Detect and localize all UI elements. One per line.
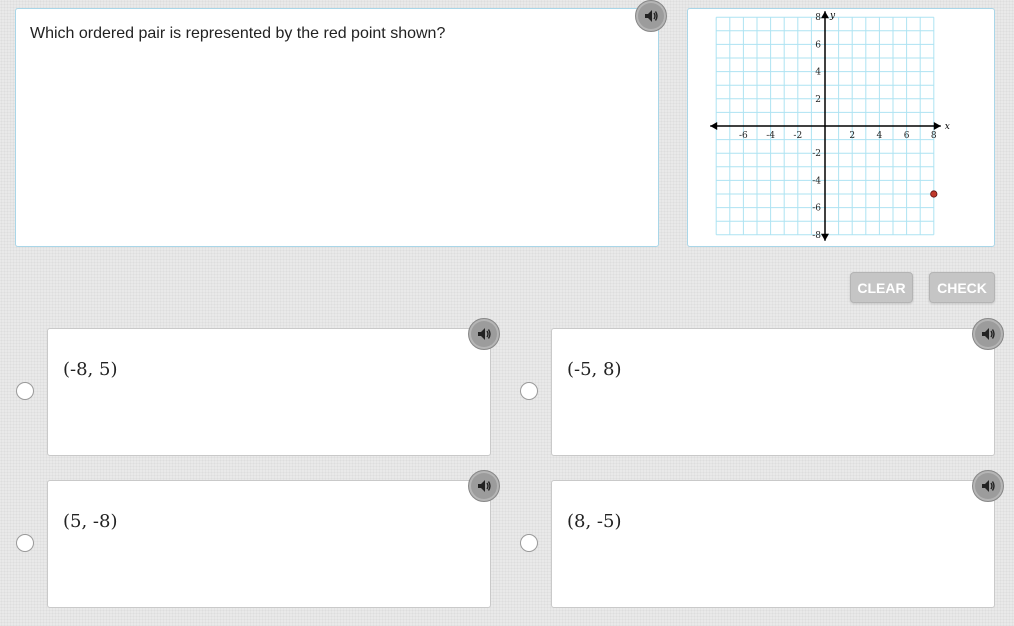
choice-label-4: (8, -5) bbox=[567, 511, 622, 532]
y-tick-label: 6 bbox=[815, 40, 821, 50]
choice-radio-4[interactable] bbox=[520, 534, 538, 552]
x-tick-label: -6 bbox=[739, 131, 748, 141]
speaker-icon bbox=[982, 480, 995, 492]
choice-radio-3[interactable] bbox=[16, 534, 34, 552]
y-tick-label: -4 bbox=[812, 176, 821, 186]
x-axis-label: x bbox=[945, 122, 950, 132]
coordinate-grid: x y -6 -4 -2 2 4 6 8 8 6 4 2 -2 -4 -6 -8 bbox=[710, 11, 950, 241]
x-tick-label: 6 bbox=[904, 131, 910, 141]
red-point bbox=[930, 190, 938, 198]
y-tick-label: -6 bbox=[812, 204, 821, 214]
speaker-icon bbox=[478, 328, 491, 340]
x-tick-label: 8 bbox=[931, 131, 937, 141]
speaker-icon bbox=[982, 328, 995, 340]
choice-card-4[interactable]: (8, -5) bbox=[551, 480, 995, 608]
choice-audio-button-2[interactable] bbox=[972, 318, 1004, 350]
choice-card-3[interactable]: (5, -8) bbox=[47, 480, 491, 608]
question-text: Which ordered pair is represented by the… bbox=[30, 25, 446, 42]
x-tick-label: 2 bbox=[849, 131, 855, 141]
choice-audio-button-3[interactable] bbox=[468, 470, 500, 502]
choice-radio-2[interactable] bbox=[520, 382, 538, 400]
choice-audio-button-1[interactable] bbox=[468, 318, 500, 350]
y-axis-label: y bbox=[829, 11, 836, 21]
choice-card-1[interactable]: (-8, 5) bbox=[47, 328, 491, 456]
x-axis-arrow-left bbox=[710, 122, 718, 130]
choice-card-2[interactable]: (-5, 8) bbox=[551, 328, 995, 456]
choice-label-3: (5, -8) bbox=[63, 511, 118, 532]
choice-radio-1[interactable] bbox=[16, 382, 34, 400]
y-axis-arrow-up bbox=[821, 11, 829, 19]
question-panel: Which ordered pair is represented by the… bbox=[15, 8, 659, 247]
check-button[interactable]: CHECK bbox=[929, 272, 995, 303]
clear-button[interactable]: CLEAR bbox=[850, 272, 913, 303]
choice-label-2: (-5, 8) bbox=[567, 359, 622, 380]
y-axis-arrow-down bbox=[821, 233, 829, 241]
speaker-icon bbox=[645, 10, 658, 22]
x-axis-arrow-right bbox=[933, 122, 941, 130]
speaker-icon bbox=[478, 480, 491, 492]
graph-panel: x y -6 -4 -2 2 4 6 8 8 6 4 2 -2 -4 -6 -8 bbox=[687, 8, 995, 247]
y-tick-label: -2 bbox=[812, 149, 821, 159]
y-tick-label: 8 bbox=[815, 13, 821, 23]
question-audio-button[interactable] bbox=[635, 0, 667, 32]
choice-label-1: (-8, 5) bbox=[63, 359, 118, 380]
x-tick-label: 4 bbox=[877, 131, 883, 141]
x-tick-label: -2 bbox=[793, 131, 802, 141]
y-tick-label: -8 bbox=[812, 231, 821, 241]
x-tick-label: -4 bbox=[766, 131, 775, 141]
choice-audio-button-4[interactable] bbox=[972, 470, 1004, 502]
y-tick-label: 4 bbox=[815, 68, 821, 78]
y-tick-label: 2 bbox=[815, 95, 821, 105]
